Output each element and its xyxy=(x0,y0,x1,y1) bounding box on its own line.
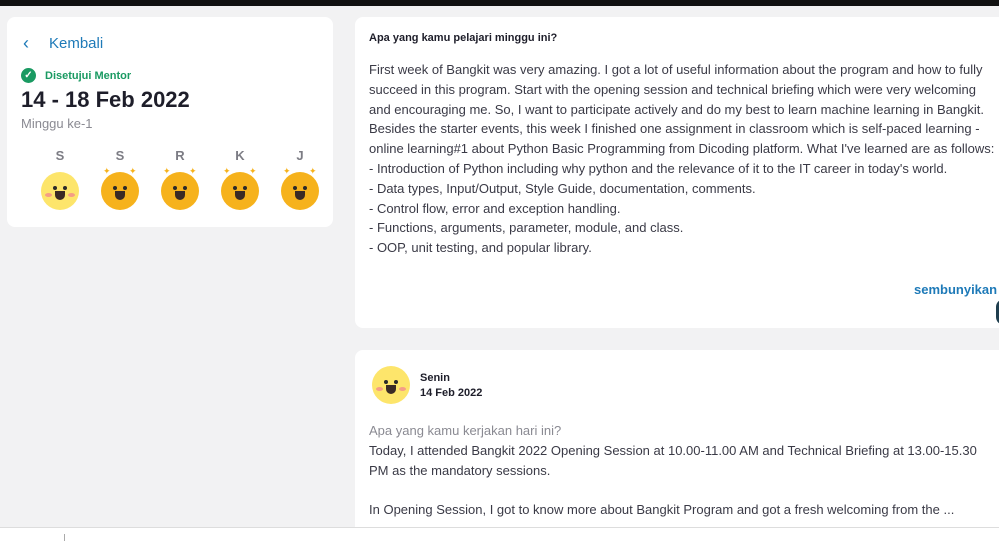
day-label: R xyxy=(175,148,185,163)
hide-link[interactable]: sembunyikan xyxy=(914,282,997,297)
week-number: Minggu ke-1 xyxy=(21,116,93,131)
day-label: S xyxy=(55,148,65,163)
reflection-answer: First week of Bangkit was very amazing. … xyxy=(369,62,995,256)
mood-ok-icon xyxy=(372,366,410,404)
mood-great-icon: ✦ ✦ xyxy=(221,166,259,210)
reflection-question: Apa yang kamu pelajari minggu ini? xyxy=(369,32,558,44)
week-period-title: 14 - 18 Feb 2022 xyxy=(21,87,190,112)
week-summary-card: ‹ Kembali ✓ Disetujui Mentor 14 - 18 Feb… xyxy=(7,17,333,227)
top-bar xyxy=(0,0,999,6)
day-mood-item[interactable]: S xyxy=(30,148,90,210)
daily-entry-card[interactable]: Senin 14 Feb 2022 Apa yang kamu kerjakan… xyxy=(355,350,999,541)
status-label: Disetujui Mentor xyxy=(45,69,132,82)
day-label: J xyxy=(296,148,304,163)
status-badge: ✓ Disetujui Mentor xyxy=(21,68,131,83)
bottom-bar xyxy=(0,527,999,541)
weekly-reflection-card: Apa yang kamu pelajari minggu ini? First… xyxy=(355,17,999,328)
mood-great-icon: ✦ ✦ xyxy=(161,166,199,210)
daily-mood-list: S S ✦ ✦ R ✦ ✦ K ✦ ✦ J ✦ ✦ xyxy=(30,148,330,210)
mood-ok-icon xyxy=(41,172,79,210)
entry-day-name: Senin xyxy=(420,372,450,384)
day-label: S xyxy=(115,148,125,163)
day-mood-item[interactable]: K ✦ ✦ xyxy=(210,148,270,210)
day-label: K xyxy=(235,148,245,163)
mood-great-icon: ✦ ✦ xyxy=(281,166,319,210)
day-mood-item[interactable]: R ✦ ✦ xyxy=(150,148,210,210)
entry-answer: Today, I attended Bangkit 2022 Opening S… xyxy=(369,443,977,518)
check-circle-icon: ✓ xyxy=(21,68,36,83)
mood-great-icon: ✦ ✦ xyxy=(101,166,139,210)
back-button[interactable]: ‹ Kembali xyxy=(23,34,103,52)
day-mood-avatar xyxy=(372,366,410,404)
entry-date: 14 Feb 2022 xyxy=(420,387,483,399)
day-mood-item[interactable]: J ✦ ✦ xyxy=(270,148,330,210)
back-label: Kembali xyxy=(49,34,104,52)
entry-question: Apa yang kamu kerjakan hari ini? xyxy=(369,423,562,438)
day-mood-item[interactable]: S ✦ ✦ xyxy=(90,148,150,210)
chevron-left-icon: ‹ xyxy=(23,33,29,53)
